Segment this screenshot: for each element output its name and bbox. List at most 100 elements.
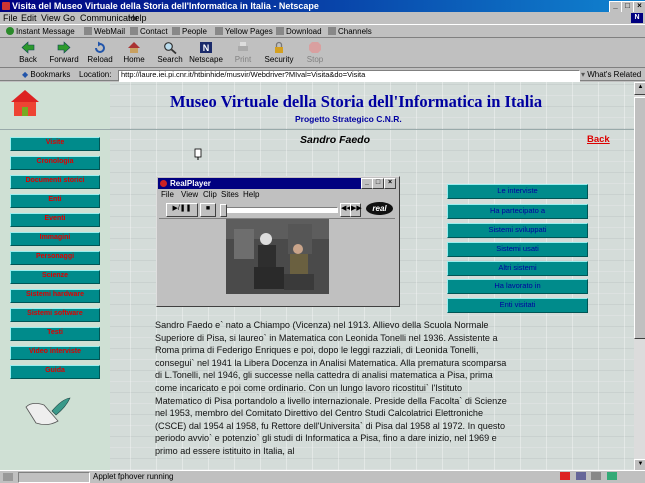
print-icon: [238, 42, 248, 51]
realplayer-window[interactable]: RealPlayer _ □ × File View Clip Sites He…: [156, 176, 400, 307]
realplayer-title-bar[interactable]: RealPlayer _ □ ×: [158, 178, 396, 189]
netscape-icon: N: [200, 42, 212, 53]
video-frame: [226, 219, 329, 294]
left-nav-sistemi-software[interactable]: Sistemi software: [10, 308, 100, 322]
menu-file[interactable]: File: [3, 12, 18, 24]
window-title-bar[interactable]: Visita del Museo Virtuale della Storia d…: [0, 0, 645, 13]
print-button[interactable]: Print: [226, 40, 260, 67]
navigator-icon[interactable]: [560, 472, 570, 480]
realplayer-menu-help[interactable]: Help: [243, 190, 259, 200]
menu-go[interactable]: Go: [63, 12, 75, 24]
person-name: Sandro Faedo: [300, 134, 371, 146]
stop-icon: [309, 42, 321, 53]
reload-button[interactable]: Reload: [83, 40, 117, 67]
realplayer-controls: ▶/❚❚ ■ ◀◀ ▶▶ real: [158, 201, 396, 217]
realplayer-menu-file[interactable]: File: [161, 190, 174, 200]
personal-toolbar: Instant Message WebMail Contact People Y…: [0, 24, 645, 38]
fast-forward-button[interactable]: ▶▶: [350, 203, 362, 217]
composer-icon[interactable]: [591, 472, 602, 480]
page-content: Museo Virtuale della Storia dell'Informa…: [0, 82, 634, 470]
left-nav-visite[interactable]: Visite: [10, 137, 100, 151]
left-nav-immagini[interactable]: Immagini: [10, 232, 100, 246]
right-nav-altri-sistemi[interactable]: Altri sistemi: [447, 261, 588, 276]
position-slider[interactable]: [220, 207, 338, 213]
home-logo-icon[interactable]: [9, 88, 41, 118]
page-title: Museo Virtuale della Storia dell'Informa…: [170, 92, 543, 111]
realplayer-logo-icon: [160, 180, 167, 187]
channels-button[interactable]: Channels: [328, 25, 372, 38]
bookmarks-button[interactable]: ◆ Bookmarks: [22, 69, 70, 81]
stop-button[interactable]: Stop: [298, 40, 332, 67]
fast-forward-icon: ▶▶: [351, 205, 362, 212]
realplayer-menu-view[interactable]: View: [181, 190, 198, 200]
right-nav-sistemi-usati[interactable]: Sistemi usati: [447, 242, 588, 257]
groups-icon[interactable]: [606, 472, 617, 480]
menu-bar: File Edit View Go Communicator Help N: [0, 12, 645, 24]
real-brand-logo: real: [366, 202, 393, 215]
whats-related-button[interactable]: ▾ What's Related: [581, 69, 641, 81]
home-button[interactable]: Home: [117, 40, 151, 67]
bookmark-icon: [215, 27, 223, 35]
left-nav-eventi[interactable]: Eventi: [10, 213, 100, 227]
instant-message-button[interactable]: Instant Message: [6, 25, 75, 38]
search-icon: [164, 42, 177, 54]
header-divider: [0, 129, 634, 130]
left-nav-cronologia[interactable]: Cronologia: [10, 156, 100, 170]
right-nav-le-interviste[interactable]: Le interviste: [447, 184, 588, 199]
search-button[interactable]: Search: [153, 40, 187, 67]
position-slider-handle[interactable]: [220, 204, 227, 217]
bookmark-icon: [84, 27, 92, 35]
left-nav-video-interviste[interactable]: Video interviste: [10, 346, 100, 360]
left-nav-sistemi-hardware[interactable]: Sistemi hardware: [10, 289, 100, 303]
connection-status-icon: [3, 473, 13, 481]
forward-button[interactable]: Forward: [47, 40, 81, 67]
security-button[interactable]: Security: [262, 40, 296, 67]
bookmark-icon: [130, 27, 138, 35]
status-text: Applet fphover running: [93, 472, 174, 481]
menu-help[interactable]: Help: [128, 12, 147, 24]
right-nav-sistemi-sviluppati[interactable]: Sistemi sviluppati: [447, 223, 588, 238]
stop-playback-button[interactable]: ■: [200, 203, 216, 217]
webmail-button[interactable]: WebMail: [84, 25, 125, 38]
left-nav-testi[interactable]: Testi: [10, 327, 100, 341]
netscape-window-icon: [2, 2, 10, 10]
instant-message-icon: [6, 27, 14, 35]
arrow-down-icon: ▼: [637, 461, 644, 467]
component-bar: [560, 472, 636, 482]
scroll-quill-icon: [25, 397, 71, 425]
back-button[interactable]: Back: [11, 40, 45, 67]
left-nav-guida[interactable]: Guida: [10, 365, 100, 379]
url-field[interactable]: http://laure.iei.pi.cnr.it/htbinhide/mus…: [118, 70, 580, 82]
home-icon: [128, 42, 140, 53]
play-pause-button[interactable]: ▶/❚❚: [166, 203, 198, 217]
netscape-logo-icon: N: [631, 13, 643, 23]
realplayer-menu-clip[interactable]: Clip: [203, 190, 217, 200]
realplayer-maximize-button[interactable]: □: [372, 178, 384, 189]
bookmark-icon: [328, 27, 336, 35]
bookmark-icon: [276, 27, 284, 35]
yellow-pages-button[interactable]: Yellow Pages: [215, 25, 273, 38]
scrollbar-thumb[interactable]: [634, 97, 645, 339]
vertical-scrollbar[interactable]: ▲ ▼: [634, 82, 645, 472]
realplayer-menu-sites[interactable]: Sites: [221, 190, 239, 200]
arrow-up-icon: ▲: [637, 84, 644, 90]
download-button[interactable]: Download: [276, 25, 322, 38]
menu-view[interactable]: View: [41, 12, 60, 24]
realplayer-close-button[interactable]: ×: [384, 178, 396, 189]
people-button[interactable]: People: [172, 25, 207, 38]
netscape-button[interactable]: N Netscape: [189, 40, 223, 67]
left-nav-enti[interactable]: Enti: [10, 194, 100, 208]
left-nav-personaggi[interactable]: Personaggi: [10, 251, 100, 265]
left-nav-documenti-storici[interactable]: Documenti storici: [10, 175, 100, 189]
right-nav-enti-visitati[interactable]: Enti visitati: [447, 298, 588, 313]
security-lock-icon: [275, 41, 283, 53]
left-nav-scienze[interactable]: Scienze: [10, 270, 100, 284]
back-link[interactable]: Back: [587, 134, 610, 145]
mail-icon[interactable]: [575, 472, 586, 480]
right-nav-ha-lavorato-in[interactable]: Ha lavorato in: [447, 279, 588, 294]
right-nav-ha-partecipato[interactable]: Ha partecipato a: [447, 204, 588, 219]
menu-edit[interactable]: Edit: [21, 12, 37, 24]
svg-text:N: N: [203, 43, 210, 53]
contact-button[interactable]: Contact: [130, 25, 168, 38]
scroll-up-button[interactable]: ▲: [634, 82, 645, 95]
